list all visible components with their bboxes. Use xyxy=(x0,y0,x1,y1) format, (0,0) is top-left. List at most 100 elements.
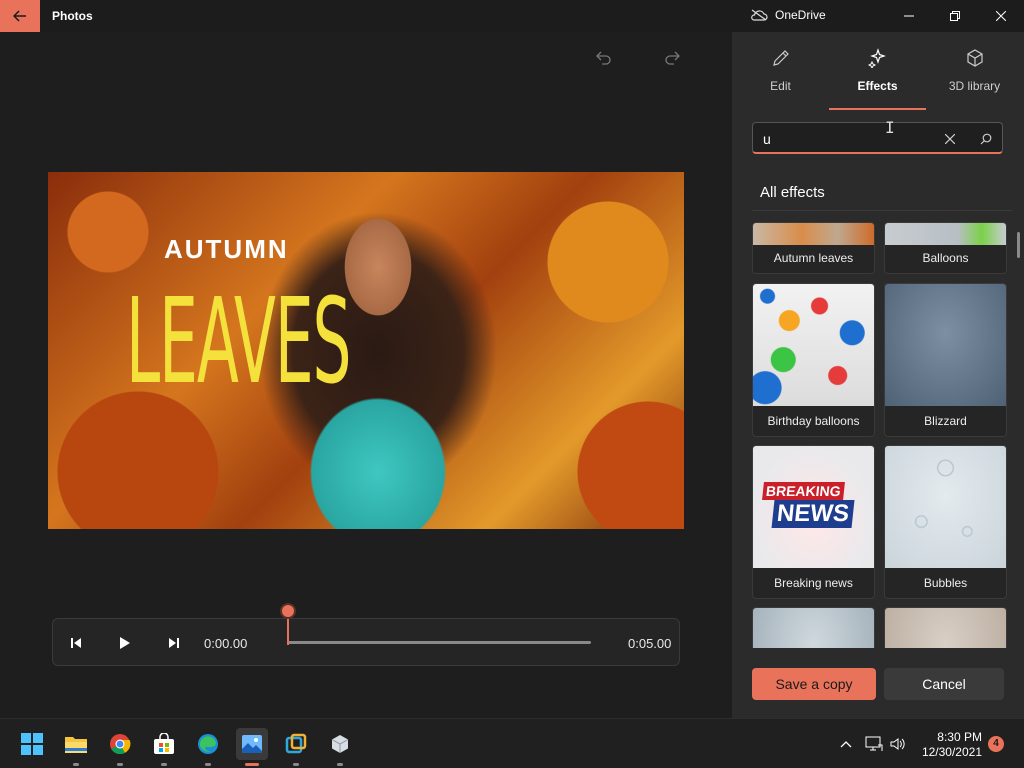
taskbar-file-explorer[interactable] xyxy=(60,728,92,766)
start-button[interactable] xyxy=(16,728,48,760)
undo-icon xyxy=(596,51,611,65)
effects-scrollbar[interactable] xyxy=(1017,232,1020,258)
effects-search-box xyxy=(752,122,1003,154)
effect-card-birthday-balloons[interactable]: Birthday balloons xyxy=(752,283,875,437)
back-button[interactable] xyxy=(0,0,40,32)
effect-card-breaking-news[interactable]: BREAKING NEWS Breaking news xyxy=(752,445,875,599)
running-indicator xyxy=(293,763,299,766)
chevron-up-icon xyxy=(840,741,852,748)
effect-thumbnail xyxy=(753,284,874,406)
playback-controls: 0:00.00 0:05.00 xyxy=(52,605,680,666)
save-copy-button[interactable]: Save a copy xyxy=(752,668,876,700)
folder-icon xyxy=(65,737,87,753)
clock-date: 12/30/2021 xyxy=(921,745,982,759)
effect-thumbnail xyxy=(885,608,1006,648)
back-arrow-icon xyxy=(13,10,26,22)
notification-badge[interactable]: 4 xyxy=(988,736,1004,752)
volume-button[interactable] xyxy=(888,735,908,753)
taskbar-chrome[interactable] xyxy=(104,728,136,766)
playhead-handle[interactable] xyxy=(282,605,294,617)
effect-card[interactable] xyxy=(884,607,1007,648)
running-indicator xyxy=(161,763,167,766)
tab-3d-library[interactable]: 3D library xyxy=(926,32,1023,110)
effect-card-bubbles[interactable]: Bubbles xyxy=(884,445,1007,599)
clear-icon xyxy=(945,134,955,144)
video-preview[interactable]: AUTUMN LEAVES xyxy=(48,172,684,529)
effect-thumbnail xyxy=(753,223,874,245)
previous-frame-button[interactable] xyxy=(65,631,89,655)
minimize-icon xyxy=(904,15,914,17)
chrome-icon xyxy=(110,734,131,755)
effect-name: Balloons xyxy=(922,251,969,265)
onedrive-label: OneDrive xyxy=(775,8,826,22)
undo-button[interactable] xyxy=(588,44,620,72)
effect-name: Blizzard xyxy=(924,414,967,428)
window-app-icon xyxy=(285,733,307,754)
edge-icon xyxy=(198,734,218,754)
pencil-icon xyxy=(772,50,789,66)
effect-card[interactable] xyxy=(752,607,875,648)
redo-button[interactable] xyxy=(656,44,688,72)
timeline-scrubber[interactable] xyxy=(287,641,591,644)
windows-start-icon xyxy=(21,733,43,755)
effect-name: Birthday balloons xyxy=(767,414,860,428)
tab-3d-library-label: 3D library xyxy=(948,79,1001,93)
effects-grid: Autumn leaves Balloons Birthday balloons… xyxy=(752,222,1008,648)
effect-card-balloons[interactable]: Balloons xyxy=(884,222,1007,274)
effect-name: Bubbles xyxy=(923,576,968,590)
tab-edit-label: Edit xyxy=(770,79,791,93)
tab-effects-label: Effects xyxy=(857,79,898,93)
cloud-off-icon xyxy=(751,9,768,21)
effect-thumbnail xyxy=(885,284,1006,406)
minimize-button[interactable] xyxy=(886,0,932,32)
cancel-button[interactable]: Cancel xyxy=(884,668,1004,700)
taskbar-app-blue[interactable] xyxy=(280,728,312,766)
next-frame-button[interactable] xyxy=(161,631,185,655)
cube-icon xyxy=(966,49,983,67)
taskbar-photos[interactable] xyxy=(236,728,268,766)
section-divider xyxy=(752,210,1012,211)
news-label: NEWS xyxy=(771,500,855,528)
search-button[interactable] xyxy=(975,129,997,149)
effect-thumbnail xyxy=(753,608,874,648)
text-cursor-icon: I xyxy=(885,118,895,137)
taskbar-app-3d[interactable] xyxy=(324,728,356,766)
editor-area: AUTUMN LEAVES 0:00.00 0:05.00 xyxy=(0,32,732,718)
tab-edit[interactable]: Edit xyxy=(732,32,829,110)
effect-name: Breaking news xyxy=(774,576,853,590)
network-icon xyxy=(865,736,883,751)
app-title: Photos xyxy=(52,9,93,23)
running-indicator xyxy=(337,763,343,766)
volume-icon xyxy=(890,738,905,750)
clock-time: 8:30 PM xyxy=(937,730,982,744)
close-button[interactable] xyxy=(978,0,1024,32)
breaking-label: BREAKING xyxy=(762,482,845,500)
clock[interactable]: 8:30 PM 12/30/2021 xyxy=(920,730,982,760)
onedrive-status[interactable]: OneDrive xyxy=(750,8,826,22)
taskbar-microsoft-store[interactable] xyxy=(148,728,180,766)
effects-search-input[interactable] xyxy=(763,129,933,149)
show-hidden-icons-button[interactable] xyxy=(836,735,856,753)
title-bar: Photos OneDrive xyxy=(0,0,1024,32)
search-icon xyxy=(980,133,992,145)
taskbar: 8:30 PM 12/30/2021 4 xyxy=(0,718,1024,768)
restore-button[interactable] xyxy=(932,0,978,32)
network-button[interactable] xyxy=(864,735,884,753)
effect-card-autumn-leaves[interactable]: Autumn leaves xyxy=(752,222,875,274)
all-effects-heading: All effects xyxy=(760,184,825,201)
current-time: 0:00.00 xyxy=(204,636,248,651)
running-indicator xyxy=(117,763,123,766)
store-icon xyxy=(154,733,174,754)
playhead xyxy=(287,615,289,645)
restore-icon xyxy=(950,11,960,21)
effect-name: Autumn leaves xyxy=(773,251,854,265)
close-icon xyxy=(996,11,1006,21)
active-indicator xyxy=(245,763,259,766)
step-forward-icon xyxy=(169,638,179,648)
play-button[interactable] xyxy=(113,631,137,655)
taskbar-edge[interactable] xyxy=(192,728,224,766)
clear-search-button[interactable] xyxy=(939,129,961,149)
tab-effects[interactable]: Effects xyxy=(829,32,926,110)
effect-thumbnail xyxy=(885,223,1006,245)
effect-card-blizzard[interactable]: Blizzard xyxy=(884,283,1007,437)
